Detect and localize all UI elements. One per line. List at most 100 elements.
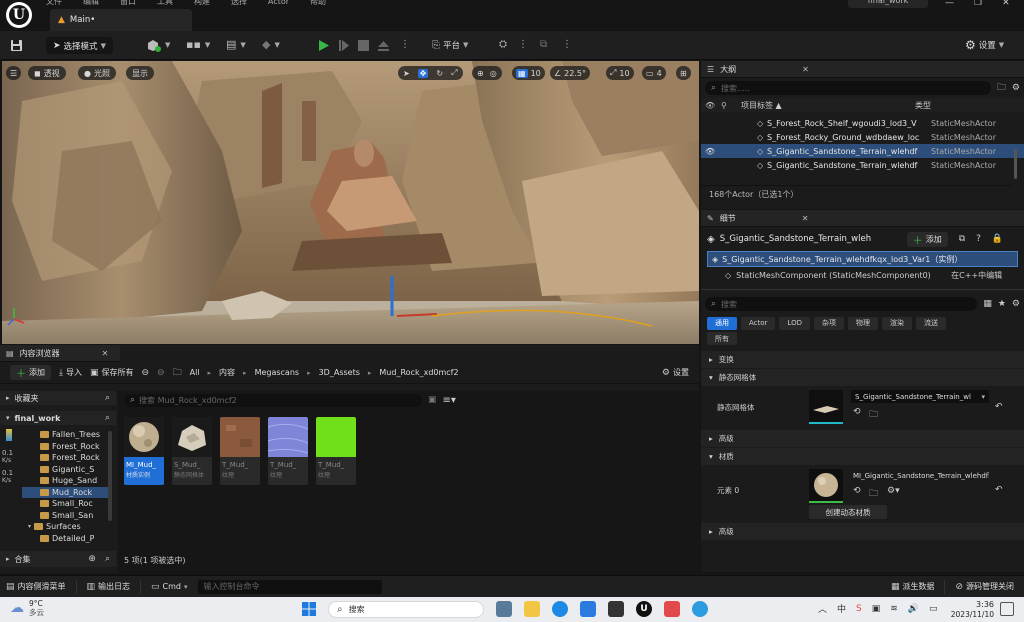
breadcrumb-item[interactable]: 内容 [219, 367, 235, 378]
asset-tile[interactable]: T_Mud_ 纹理 [316, 417, 356, 485]
level-viewport[interactable]: ☰ ◼ 透视 ● 光照 显示 ➤ ✥ ↻ ⤢ ⊕ ◎ ▦ 10 ∠ 22.5° ⤢ 10 … [2, 61, 699, 344]
folder-tree-item[interactable]: Fallen_Trees [22, 429, 108, 441]
col-type-header[interactable]: 类型 [915, 100, 931, 111]
select-tool-icon[interactable]: ➤ [403, 69, 410, 78]
search-icon[interactable]: ⌕ [105, 393, 110, 403]
app-icon-2[interactable] [664, 601, 680, 617]
favorites-header[interactable]: ▸ 收藏夹 ⌕ [0, 391, 116, 405]
lighting-button[interactable]: ● 光照 [78, 66, 116, 80]
tree-scrollbar[interactable] [108, 431, 112, 521]
select-mode-dropdown[interactable]: ➤ 选择模式 ▼ [46, 37, 113, 54]
folder-tree-item[interactable]: ▾ Surfaces [22, 521, 108, 533]
modes-button[interactable]: ◆ ▼ [262, 38, 280, 51]
gear-icon[interactable]: ⚙ [1012, 83, 1020, 93]
menu-item[interactable]: 编辑 [83, 0, 99, 7]
rotate-tool-icon[interactable]: ↻ [436, 69, 443, 78]
camera-speed-button[interactable]: ▭ 4 [642, 66, 666, 80]
search-icon[interactable]: ⌕ [105, 413, 110, 423]
wifi-icon[interactable]: ≋ [890, 604, 898, 614]
use-selected-material-icon[interactable]: 🗀 [869, 486, 878, 502]
app-icon-3[interactable] [692, 601, 708, 617]
breadcrumb-item[interactable]: Mud_Rock_xd0mcf2 [379, 368, 458, 377]
angle-snap-button[interactable]: ∠ 22.5° [550, 66, 590, 80]
folder-add-icon[interactable]: 🗀 [997, 80, 1006, 96]
folder-tree-item[interactable]: Small_Roc [22, 498, 108, 510]
project-header[interactable]: ▾ final_work ⌕ [0, 411, 116, 425]
collections-header[interactable]: ▸ 合集 ⊕ ⌕ [0, 551, 116, 567]
add-component-button[interactable]: ＋ 添加 [906, 231, 948, 247]
content-browser-tab[interactable]: ▤ 内容浏览器 ✕ [0, 345, 120, 362]
menu-item[interactable]: 构建 [194, 0, 210, 7]
scale-tool-icon[interactable]: ⤢ [451, 68, 457, 78]
cmd-dropdown[interactable]: ▭ Cmd ▾ [151, 582, 188, 592]
filter-1[interactable]: Actor [741, 316, 776, 330]
reset-icon[interactable]: ↶ [995, 485, 1003, 495]
content-drawer-button[interactable]: ▤ 内容侧滑菜单 [6, 581, 66, 592]
add-collection-icon[interactable]: ⊕ [88, 554, 96, 564]
tray-chevron-icon[interactable]: ︿ [818, 602, 827, 615]
windows-start-icon[interactable] [302, 602, 316, 616]
filter-4[interactable]: 物理 [847, 316, 878, 330]
section-transform[interactable]: ▸ 变换 [701, 351, 1024, 368]
details-tab[interactable]: ✎ 细节 ✕ [701, 210, 1024, 227]
play-options-icon[interactable]: ⋮ [400, 39, 410, 50]
static-mesh-dropdown[interactable]: S_Gigantic_Sandstone_Terrain_wl ▾ [851, 390, 989, 403]
details-search-field[interactable]: ⌕ 搜索 [705, 297, 978, 311]
help-icon[interactable]: ? [976, 234, 981, 244]
code-icon[interactable]: ⛭ [499, 39, 507, 50]
search-icon[interactable]: ⌕ [105, 554, 110, 564]
outliner-row[interactable]: ◇ S_Forest_Rock_Shelf_wgoudi3_lod3_V Stati… [701, 116, 1024, 130]
cinematics-button[interactable]: ▤ ▼ [226, 38, 246, 51]
battery-icon[interactable]: ▭ [929, 604, 938, 614]
unreal-taskbar-icon[interactable]: U [636, 601, 652, 617]
tray-icon-2[interactable]: ▣ [872, 604, 881, 614]
filter-6[interactable]: 流送 [915, 316, 946, 330]
gear-icon[interactable]: ⚙ [1012, 299, 1020, 309]
edit-cpp-link[interactable]: 在C++中编辑 [951, 270, 1002, 281]
outliner-tab[interactable]: ☰ 大纲 ✕ [701, 61, 1024, 78]
folder-tree-item[interactable]: Mud_Rock [22, 486, 108, 498]
component-row[interactable]: ◇ StaticMeshComponent (StaticMeshCompone… [701, 267, 1024, 283]
save-search-icon[interactable]: ▣ [428, 395, 437, 405]
source-control-button[interactable]: ⊘ 源码管理关闭 [955, 581, 1014, 592]
folder-tree-item[interactable]: Huge_Sand [22, 475, 108, 487]
browse-material-icon[interactable]: ⟲ [853, 486, 861, 496]
file-explorer-icon[interactable] [524, 601, 540, 617]
filter-icon[interactable]: ≡▾ [443, 395, 456, 406]
perspective-button[interactable]: ◼ 透视 [28, 66, 66, 80]
material-options-icon[interactable]: ⚙▾ [887, 486, 900, 496]
output-log-button[interactable]: ▥ 输出日志 [87, 581, 131, 592]
console-input[interactable]: 输入控制台命令 [197, 579, 382, 594]
task-view-icon[interactable] [496, 601, 512, 617]
show-button[interactable]: 显示 [126, 66, 154, 80]
add-button[interactable]: ＋ 添加 [10, 365, 51, 380]
section-advanced-2[interactable]: ▸ 高级 [701, 523, 1024, 540]
section-advanced-1[interactable]: ▸ 高级 [701, 430, 1024, 447]
section-static-mesh[interactable]: ▾ 静态网格体 [701, 369, 1024, 386]
breadcrumb-item[interactable]: Megascans [255, 368, 300, 377]
outliner-scrollbar[interactable] [1014, 149, 1017, 179]
asset-search-field[interactable]: ⌕ 搜索 Mud_Rock_xd0mcf2 [124, 393, 422, 407]
eject-icon[interactable] [377, 39, 390, 52]
surface-snap-icon[interactable]: ◎ [490, 69, 497, 78]
menu-item[interactable]: 帮助 [310, 0, 326, 7]
taskbar-search[interactable]: ⌕ 搜索 [328, 601, 484, 618]
step-icon[interactable] [338, 39, 350, 52]
filter-0[interactable]: 通用 [707, 316, 737, 330]
scale-snap-button[interactable]: ⤢ 10 [606, 66, 634, 80]
settings-button[interactable]: ⚙ 设置 ▼ [965, 38, 1004, 52]
use-selected-icon[interactable]: 🗀 [869, 407, 878, 423]
import-button[interactable]: ⤓ 导入 [59, 367, 82, 378]
col-label-header[interactable]: 项目标签 ▲ [739, 100, 915, 111]
visibility-icon[interactable]: 👁 [705, 147, 721, 156]
folder-tree-item[interactable]: Small_San [22, 510, 108, 522]
folder-tree-item[interactable]: Forest_Rock [22, 441, 108, 453]
menu-item[interactable]: 窗口 [120, 0, 136, 7]
outliner-row[interactable]: ◇ S_Gigantic_Sandstone_Terrain_wlehdf Stat… [701, 158, 1024, 172]
asset-tile[interactable]: S_Mud_ 静态网格体 [172, 417, 212, 485]
close-tab-icon[interactable]: ✕ [102, 349, 109, 358]
folder-tree-item[interactable]: Forest_Rock [22, 452, 108, 464]
maximize-icon[interactable]: ❐ [974, 0, 982, 8]
world-icon[interactable]: ⊕ [477, 69, 484, 78]
close-window-icon[interactable]: ✕ [1002, 0, 1010, 8]
